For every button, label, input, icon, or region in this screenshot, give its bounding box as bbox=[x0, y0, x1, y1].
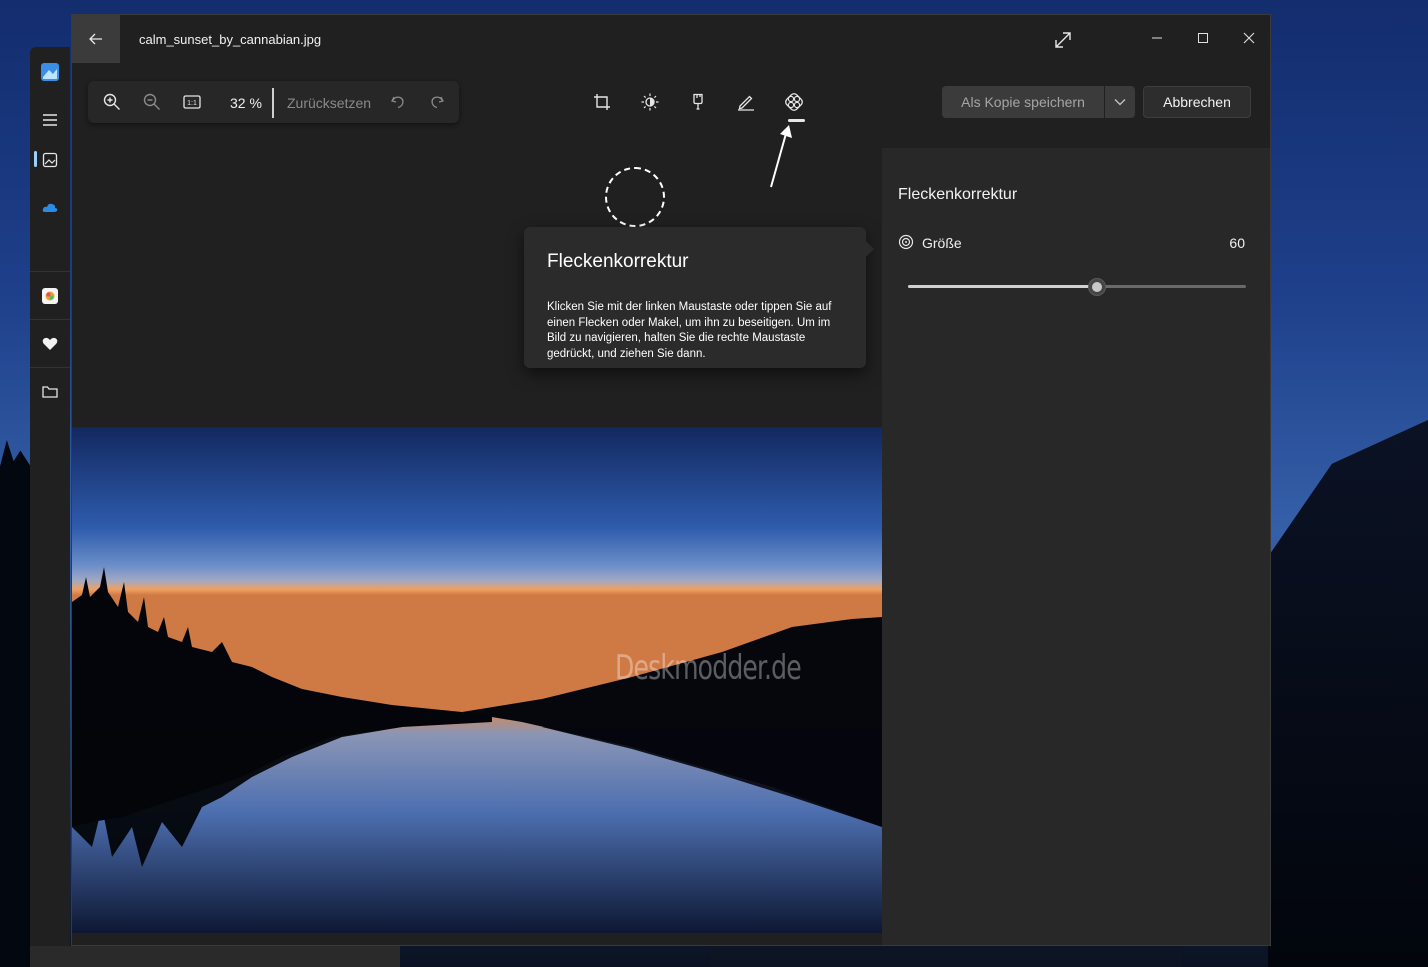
onedrive-icon[interactable] bbox=[40, 198, 60, 218]
favorites-heart-icon[interactable] bbox=[40, 334, 60, 354]
photos-app-icon[interactable] bbox=[40, 62, 60, 82]
desktop-wallpaper-forest bbox=[0, 440, 34, 967]
spot-fix-brush-cursor bbox=[605, 167, 665, 227]
save-options-dropdown[interactable] bbox=[1105, 86, 1135, 118]
maximize-button[interactable] bbox=[1180, 23, 1226, 53]
save-as-copy-button[interactable]: Als Kopie speichern bbox=[942, 86, 1104, 118]
close-icon bbox=[1243, 32, 1255, 44]
slider-fill bbox=[908, 285, 1098, 288]
undo-button[interactable] bbox=[387, 91, 409, 113]
zoom-level[interactable]: 32 % bbox=[230, 95, 262, 111]
expand-button[interactable] bbox=[1052, 29, 1074, 51]
close-button[interactable] bbox=[1226, 23, 1270, 53]
filter-icon bbox=[693, 93, 703, 110]
active-indicator bbox=[34, 151, 37, 167]
background-image-strip bbox=[710, 946, 1182, 967]
markup-pen-icon bbox=[738, 95, 754, 111]
watermark: Deskmodder.de bbox=[615, 648, 802, 688]
zoom-in-icon bbox=[103, 93, 120, 110]
folder-icon[interactable] bbox=[40, 382, 60, 402]
tooltip-title: Fleckenkorrektur bbox=[547, 251, 689, 272]
spot-fix-tool-button[interactable] bbox=[783, 91, 805, 113]
background-photos-app-sidebar bbox=[30, 47, 70, 967]
cancel-button[interactable]: Abbrechen bbox=[1143, 86, 1251, 118]
actual-size-button[interactable]: 1:1 bbox=[181, 91, 203, 113]
panel-title: Fleckenkorrektur bbox=[898, 186, 1018, 203]
toolbar-divider bbox=[272, 88, 274, 118]
spot-fix-panel: Fleckenkorrektur Größe 60 bbox=[882, 148, 1270, 945]
background-app-strip bbox=[30, 946, 400, 967]
spot-fix-icon bbox=[785, 93, 803, 111]
expand-diagonal-icon bbox=[1055, 32, 1071, 48]
size-label: Größe bbox=[922, 235, 962, 251]
photo-editor-window: calm_sunset_by_cannabian.jpg 1:1 32 % Zu… bbox=[71, 14, 1271, 946]
reset-button[interactable]: Zurücksetzen bbox=[287, 95, 371, 111]
arrow-left-icon bbox=[89, 33, 102, 45]
size-slider[interactable] bbox=[908, 278, 1246, 296]
minimize-button[interactable] bbox=[1134, 23, 1180, 53]
window-title: calm_sunset_by_cannabian.jpg bbox=[139, 32, 322, 47]
zoom-toolbar: 1:1 32 % Zurücksetzen bbox=[88, 81, 459, 123]
title-bar: calm_sunset_by_cannabian.jpg bbox=[72, 15, 1270, 63]
icloud-photos-icon[interactable] bbox=[40, 286, 60, 306]
menu-icon[interactable] bbox=[40, 110, 60, 130]
maximize-icon bbox=[1198, 33, 1208, 43]
actual-size-icon: 1:1 bbox=[183, 95, 201, 109]
desktop-wallpaper-mountain bbox=[1268, 420, 1428, 967]
annotation-arrow bbox=[770, 125, 792, 188]
tooltip-text: Klicken Sie mit der linken Maustaste ode… bbox=[547, 301, 832, 360]
gallery-icon[interactable] bbox=[40, 150, 60, 170]
adjust-tool-button[interactable] bbox=[639, 91, 661, 113]
zoom-in-button[interactable] bbox=[101, 91, 123, 113]
back-button[interactable] bbox=[72, 15, 120, 63]
redo-button[interactable] bbox=[426, 91, 448, 113]
undo-icon bbox=[391, 96, 404, 109]
zoom-out-icon bbox=[143, 93, 160, 110]
minimize-icon bbox=[1152, 37, 1162, 39]
brush-size-icon bbox=[898, 234, 914, 250]
adjust-brightness-icon bbox=[641, 93, 659, 111]
crop-icon bbox=[594, 94, 610, 110]
chevron-down-icon bbox=[1114, 99, 1126, 106]
crop-tool-button[interactable] bbox=[591, 91, 613, 113]
zoom-out-button[interactable] bbox=[141, 91, 163, 113]
slider-thumb[interactable] bbox=[1088, 278, 1107, 296]
filter-tool-button[interactable] bbox=[687, 91, 709, 113]
size-value: 60 bbox=[1229, 235, 1245, 251]
svg-text:1:1: 1:1 bbox=[187, 100, 197, 107]
redo-icon bbox=[431, 96, 444, 109]
spot-fix-tooltip: Fleckenkorrektur Klicken Sie mit der lin… bbox=[524, 227, 874, 368]
markup-tool-button[interactable] bbox=[735, 91, 757, 113]
